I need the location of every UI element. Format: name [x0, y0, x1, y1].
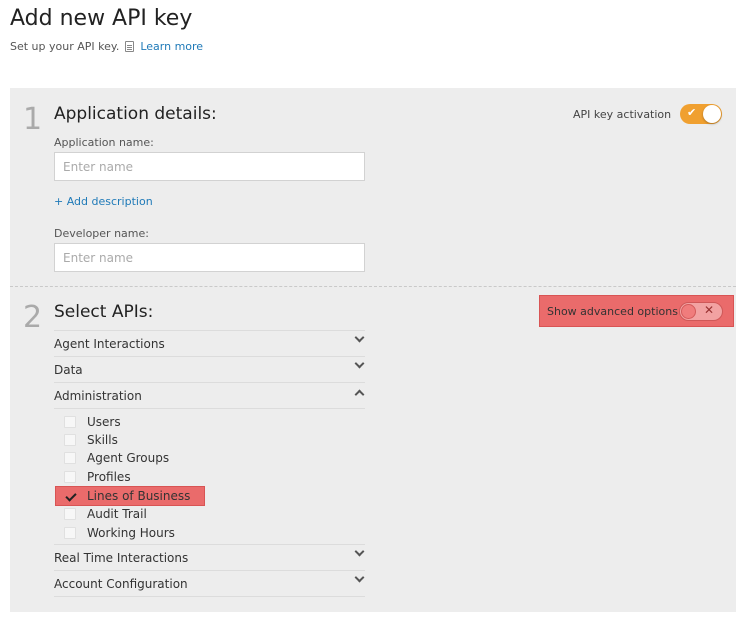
- application-name-input[interactable]: [54, 152, 365, 181]
- checkbox-label: Profiles: [87, 470, 131, 484]
- show-advanced-options-toggle[interactable]: ✕: [679, 302, 723, 321]
- section-title-select-apis: Select APIs:: [54, 302, 154, 322]
- checkbox-label: Working Hours: [87, 526, 175, 540]
- api-label: Real Time Interactions: [54, 551, 189, 565]
- check-icon: ✔: [687, 106, 697, 119]
- api-label: Agent Interactions: [54, 337, 165, 351]
- api-key-form-panel: 1 Application details: API key activatio…: [10, 88, 736, 612]
- page-title: Add new API key: [10, 6, 193, 31]
- checkbox-item-users[interactable]: Users: [64, 413, 121, 431]
- api-row-data[interactable]: Data: [54, 356, 365, 382]
- developer-name-label: Developer name:: [54, 227, 149, 240]
- api-label: Account Configuration: [54, 577, 188, 591]
- api-key-activation-toggle[interactable]: ✔: [680, 104, 722, 124]
- chevron-down-icon: [354, 332, 365, 343]
- subtitle-text: Set up your API key.: [10, 40, 120, 53]
- checkbox-item-agent-groups[interactable]: Agent Groups: [64, 449, 169, 467]
- developer-name-input[interactable]: [54, 243, 365, 272]
- show-advanced-options-label: Show advanced options: [547, 305, 678, 318]
- chevron-down-icon: [354, 358, 365, 369]
- toggle-knob: [703, 105, 721, 123]
- administration-header-divider: [54, 408, 365, 409]
- api-row-agent-interactions[interactable]: Agent Interactions: [54, 330, 365, 356]
- checkbox-label: Skills: [87, 433, 118, 447]
- api-row-administration[interactable]: Administration: [54, 382, 365, 408]
- checkbox-item-skills[interactable]: Skills: [64, 431, 118, 449]
- checkbox-checked[interactable]: [64, 490, 76, 502]
- close-icon: ✕: [703, 303, 714, 317]
- checkbox-label: Agent Groups: [87, 451, 170, 465]
- toggle-knob: [681, 304, 696, 319]
- checkbox-item-working-hours[interactable]: Working Hours: [64, 524, 175, 542]
- page-subtitle: Set up your API key. Learn more: [10, 40, 203, 53]
- learn-more-link[interactable]: Learn more: [140, 40, 203, 53]
- chevron-down-icon: [354, 572, 365, 583]
- chevron-up-icon: [354, 389, 365, 400]
- checkbox-item-audit-trail[interactable]: Audit Trail: [64, 505, 147, 523]
- api-label: Administration: [54, 389, 142, 403]
- api-label: Data: [54, 363, 83, 377]
- section-number-2: 2: [23, 300, 43, 335]
- checkbox[interactable]: [64, 434, 76, 446]
- checkbox[interactable]: [64, 508, 76, 520]
- api-list-end-divider: [54, 596, 365, 597]
- checkbox-label: Users: [87, 415, 121, 429]
- section-title-application-details: Application details:: [54, 104, 217, 124]
- add-description-link[interactable]: + Add description: [54, 195, 153, 208]
- checkbox[interactable]: [64, 452, 76, 464]
- document-icon: [125, 41, 135, 52]
- section-number-1: 1: [23, 102, 43, 137]
- chevron-down-icon: [354, 546, 365, 557]
- checkbox-label: Audit Trail: [87, 507, 147, 521]
- application-name-label: Application name:: [54, 136, 154, 149]
- checkbox[interactable]: [64, 527, 76, 539]
- api-row-account-configuration[interactable]: Account Configuration: [54, 570, 365, 596]
- section-divider: [10, 286, 736, 287]
- api-row-real-time-interactions[interactable]: Real Time Interactions: [54, 544, 365, 570]
- advanced-options-highlight: Show advanced options ✕: [539, 295, 734, 327]
- checkbox[interactable]: [64, 471, 76, 483]
- checkbox[interactable]: [64, 416, 76, 428]
- checkbox-item-profiles[interactable]: Profiles: [64, 468, 131, 486]
- api-key-activation-label: API key activation: [573, 108, 672, 121]
- checkbox-item-lines-of-business[interactable]: Lines of Business: [64, 487, 190, 505]
- checkbox-label: Lines of Business: [87, 489, 191, 503]
